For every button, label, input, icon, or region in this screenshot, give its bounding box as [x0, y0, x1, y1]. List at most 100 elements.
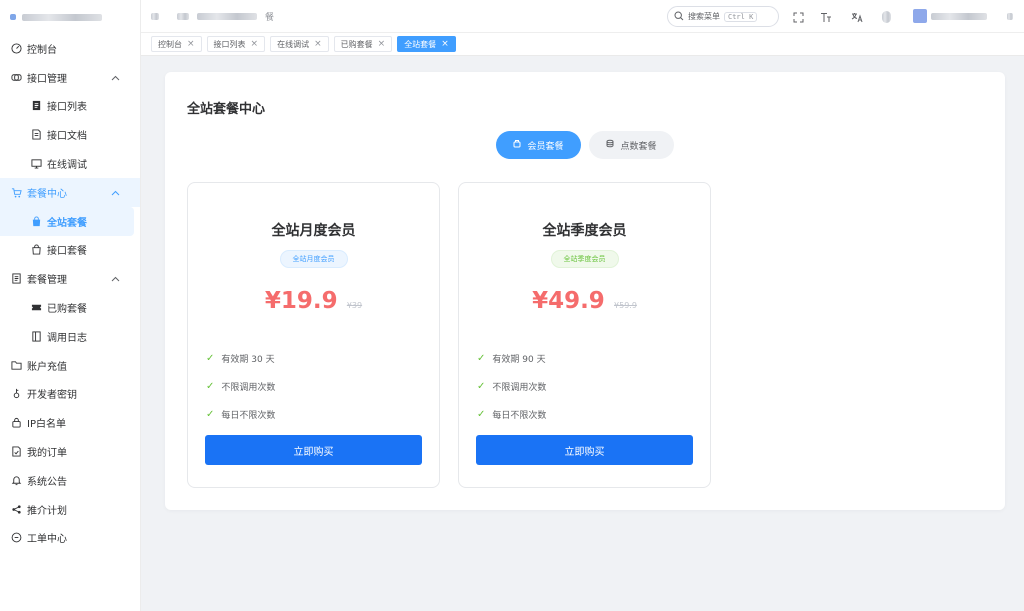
sidebar-item-label: 系统公告: [27, 476, 67, 488]
member-package-toggle[interactable]: 会员套餐: [496, 131, 581, 159]
sidebar-item-announcements[interactable]: 系统公告: [0, 466, 140, 495]
price-current: ¥19.9: [264, 288, 338, 314]
search-label: 搜索菜单: [688, 12, 720, 21]
feature-list: ✓ 有效期 90 天 ✓ 不限调用次数 ✓ 每日不限次数: [477, 344, 546, 428]
theme-toggle-blurred[interactable]: [882, 11, 891, 23]
feature-text: 不限调用次数: [492, 382, 547, 393]
more-icon[interactable]: [1007, 13, 1013, 20]
ticket-icon: [30, 302, 42, 314]
share-icon: [10, 503, 22, 515]
plan-tag: 全站季度会员: [550, 250, 619, 268]
tab-api-list[interactable]: 接口列表 ×: [206, 36, 266, 52]
sidebar-item-label: 接口管理: [27, 73, 67, 85]
sidebar-item-my-orders[interactable]: 我的订单: [0, 437, 140, 466]
feature-text: 每日不限次数: [492, 410, 547, 421]
sidebar-item-online-debug[interactable]: 在线调试: [0, 149, 140, 178]
sidebar-item-purchased-packages[interactable]: 已购套餐: [0, 293, 140, 322]
check-icon: ✓: [206, 352, 215, 364]
tab-label: 已购套餐: [340, 39, 373, 49]
bell-icon: [10, 474, 22, 486]
sidebar-item-package-management[interactable]: 套餐管理: [0, 264, 140, 293]
points-package-toggle[interactable]: 点数套餐: [589, 131, 674, 159]
price-original: ¥59.9: [614, 301, 637, 310]
sidebar-item-ip-whitelist[interactable]: IP白名单: [0, 408, 140, 437]
sidebar-item-label: 开发者密钥: [27, 390, 77, 402]
buy-now-button[interactable]: 立即购买: [476, 435, 693, 465]
log-icon: [30, 330, 42, 342]
sidebar-item-api-docs[interactable]: 接口文档: [0, 120, 140, 149]
shopping-bag-icon: [30, 215, 42, 227]
sidebar-item-api-management[interactable]: 接口管理: [0, 63, 140, 92]
check-icon: ✓: [477, 352, 486, 364]
feature-item: ✓ 每日不限次数: [206, 400, 275, 428]
plan-tag: 全站月度会员: [279, 250, 348, 268]
sidebar-item-label: 控制台: [27, 44, 57, 56]
logo-mark: [10, 14, 16, 20]
order-icon: [10, 446, 22, 458]
feature-item: ✓ 不限调用次数: [477, 372, 546, 400]
sidebar-item-referral[interactable]: 推介计划: [0, 495, 140, 524]
price-original: ¥39: [346, 301, 363, 310]
key-icon: [10, 388, 22, 400]
plan-price: ¥49.9 ¥59.9: [459, 288, 710, 314]
fullscreen-icon[interactable]: [791, 10, 805, 24]
page-title: 全站套餐中心: [187, 102, 266, 117]
tab-dashboard[interactable]: 控制台 ×: [151, 36, 202, 52]
sidebar-item-api-list[interactable]: 接口列表: [0, 92, 140, 121]
sidebar-item-api-packages[interactable]: 接口套餐: [0, 236, 140, 265]
tab-site-packages[interactable]: 全站套餐 ×: [397, 36, 456, 52]
dashboard-icon: [10, 42, 22, 54]
font-size-icon[interactable]: [819, 10, 833, 24]
tab-label: 控制台: [158, 39, 182, 49]
close-icon[interactable]: ×: [314, 39, 322, 49]
search-icon: [674, 10, 684, 23]
sidebar-item-label: 套餐中心: [27, 188, 67, 200]
sidebar-item-label: 工单中心: [27, 534, 67, 546]
menu-toggle-blurred[interactable]: [151, 12, 159, 20]
sidebar-item-site-packages[interactable]: 全站套餐: [0, 206, 134, 236]
close-icon[interactable]: ×: [441, 39, 449, 49]
tab-online-debug[interactable]: 在线调试 ×: [270, 36, 329, 52]
feature-list: ✓ 有效期 30 天 ✓ 不限调用次数 ✓ 每日不限次数: [206, 344, 275, 428]
tab-bar: 控制台 × 接口列表 × 在线调试 × 已购套餐 × 全站套餐 ×: [141, 33, 1024, 56]
buy-now-button[interactable]: 立即购买: [205, 435, 422, 465]
translate-icon[interactable]: [850, 10, 864, 24]
sidebar-item-call-logs[interactable]: 调用日志: [0, 322, 140, 351]
close-icon[interactable]: ×: [251, 39, 259, 49]
sidebar-item-tickets[interactable]: 工单中心: [0, 524, 140, 553]
breadcrumb-blurred: [177, 12, 189, 20]
sidebar-item-label: 接口套餐: [47, 246, 87, 258]
close-icon[interactable]: ×: [378, 39, 386, 49]
sidebar-item-label: 调用日志: [47, 332, 87, 344]
sidebar-item-package-center[interactable]: 套餐中心: [0, 177, 140, 207]
close-icon[interactable]: ×: [187, 39, 195, 49]
points-package-label: 点数套餐: [620, 141, 657, 152]
chat-icon: [10, 532, 22, 544]
sidebar-item-developer-keys[interactable]: 开发者密钥: [0, 380, 140, 409]
tab-label: 接口列表: [213, 39, 246, 49]
member-package-label: 会员套餐: [527, 141, 564, 152]
notebook-icon: [10, 273, 22, 285]
sidebar-item-label: 账户充值: [27, 361, 67, 373]
check-icon: ✓: [206, 408, 215, 420]
sidebar-item-recharge[interactable]: 账户充值: [0, 351, 140, 380]
sidebar-menu: 控制台 接口管理 接口列表 接口文档 在线调试 套餐中心 全站套餐 接口套餐 套…: [0, 34, 140, 552]
username-blurred[interactable]: [931, 13, 987, 20]
sidebar-item-dashboard[interactable]: 控制台: [0, 34, 140, 63]
menu-search[interactable]: 搜索菜单 Ctrl K: [667, 6, 779, 27]
monitor-icon: [30, 158, 42, 170]
shopping-bag-outline-icon: [30, 244, 42, 256]
folder-icon: [10, 359, 22, 371]
plan-price: ¥19.9 ¥39: [188, 288, 439, 314]
chevron-up-icon: [111, 274, 120, 285]
tab-purchased-packages[interactable]: 已购套餐 ×: [333, 36, 393, 52]
avatar[interactable]: [913, 9, 927, 23]
document-icon: [30, 129, 42, 141]
check-icon: ✓: [477, 408, 486, 420]
sidebar: 控制台 接口管理 接口列表 接口文档 在线调试 套餐中心 全站套餐 接口套餐 套…: [0, 0, 141, 611]
tab-label: 全站套餐: [404, 39, 437, 49]
feature-text: 不限调用次数: [221, 382, 276, 393]
sidebar-item-label: 接口文档: [47, 131, 87, 143]
tab-label: 在线调试: [277, 39, 310, 49]
plan-card-quarterly: 全站季度会员 全站季度会员 ¥49.9 ¥59.9 ✓ 有效期 90 天 ✓ 不限调…: [458, 182, 711, 488]
